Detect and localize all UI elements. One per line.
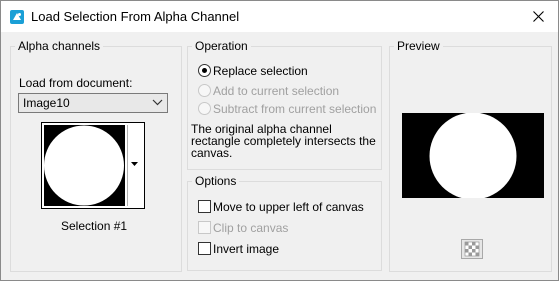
radio-add-to-selection[interactable] [198,84,211,97]
alpha-channel-image [44,125,125,206]
alpha-channel-thumbnail[interactable] [41,122,145,209]
dropdown-arrow-icon [131,162,138,166]
checkbox-invert-image[interactable] [198,242,211,255]
checkbox-move-to-upper-left-label[interactable]: Move to upper left of canvas [213,200,364,214]
thumbnail-dropdown-button[interactable] [127,125,142,206]
selection-name: Selection #1 [61,219,128,233]
preview-image [402,113,544,198]
checkbox-invert-image-label[interactable]: Invert image [213,242,279,256]
alpha-channels-group-label: Alpha channels [15,39,104,53]
close-button[interactable] [521,3,555,30]
operation-group-label: Operation [192,39,251,53]
radio-subtract-from-selection[interactable] [198,102,211,115]
transparency-toggle-button[interactable] [461,239,483,259]
title-bar[interactable]: Load Selection From Alpha Channel [1,1,558,32]
dialog-window: Load Selection From Alpha Channel Alpha … [0,0,559,281]
radio-replace-selection[interactable] [198,64,211,77]
radio-add-to-selection-label[interactable]: Add to current selection [213,84,339,98]
document-dropdown[interactable]: Image10 [18,93,168,113]
operation-description: The original alpha channel rectangle com… [191,123,376,159]
load-from-document-label: Load from document: [19,76,133,90]
preview-group-label: Preview [394,39,443,53]
app-icon [10,10,24,24]
operation-description-line: canvas. [191,146,233,160]
window-title: Load Selection From Alpha Channel [31,9,240,24]
radio-subtract-from-selection-label[interactable]: Subtract from current selection [213,102,376,116]
transparency-checker-icon [464,241,480,257]
chevron-down-icon [152,99,163,106]
close-icon [532,11,544,22]
radio-replace-selection-label[interactable]: Replace selection [213,64,308,78]
checkbox-clip-to-canvas[interactable] [198,221,211,234]
document-dropdown-value: Image10 [23,96,70,110]
checkbox-clip-to-canvas-label[interactable]: Clip to canvas [213,221,288,235]
checkbox-move-to-upper-left[interactable] [198,200,211,213]
options-group-label: Options [192,174,240,188]
